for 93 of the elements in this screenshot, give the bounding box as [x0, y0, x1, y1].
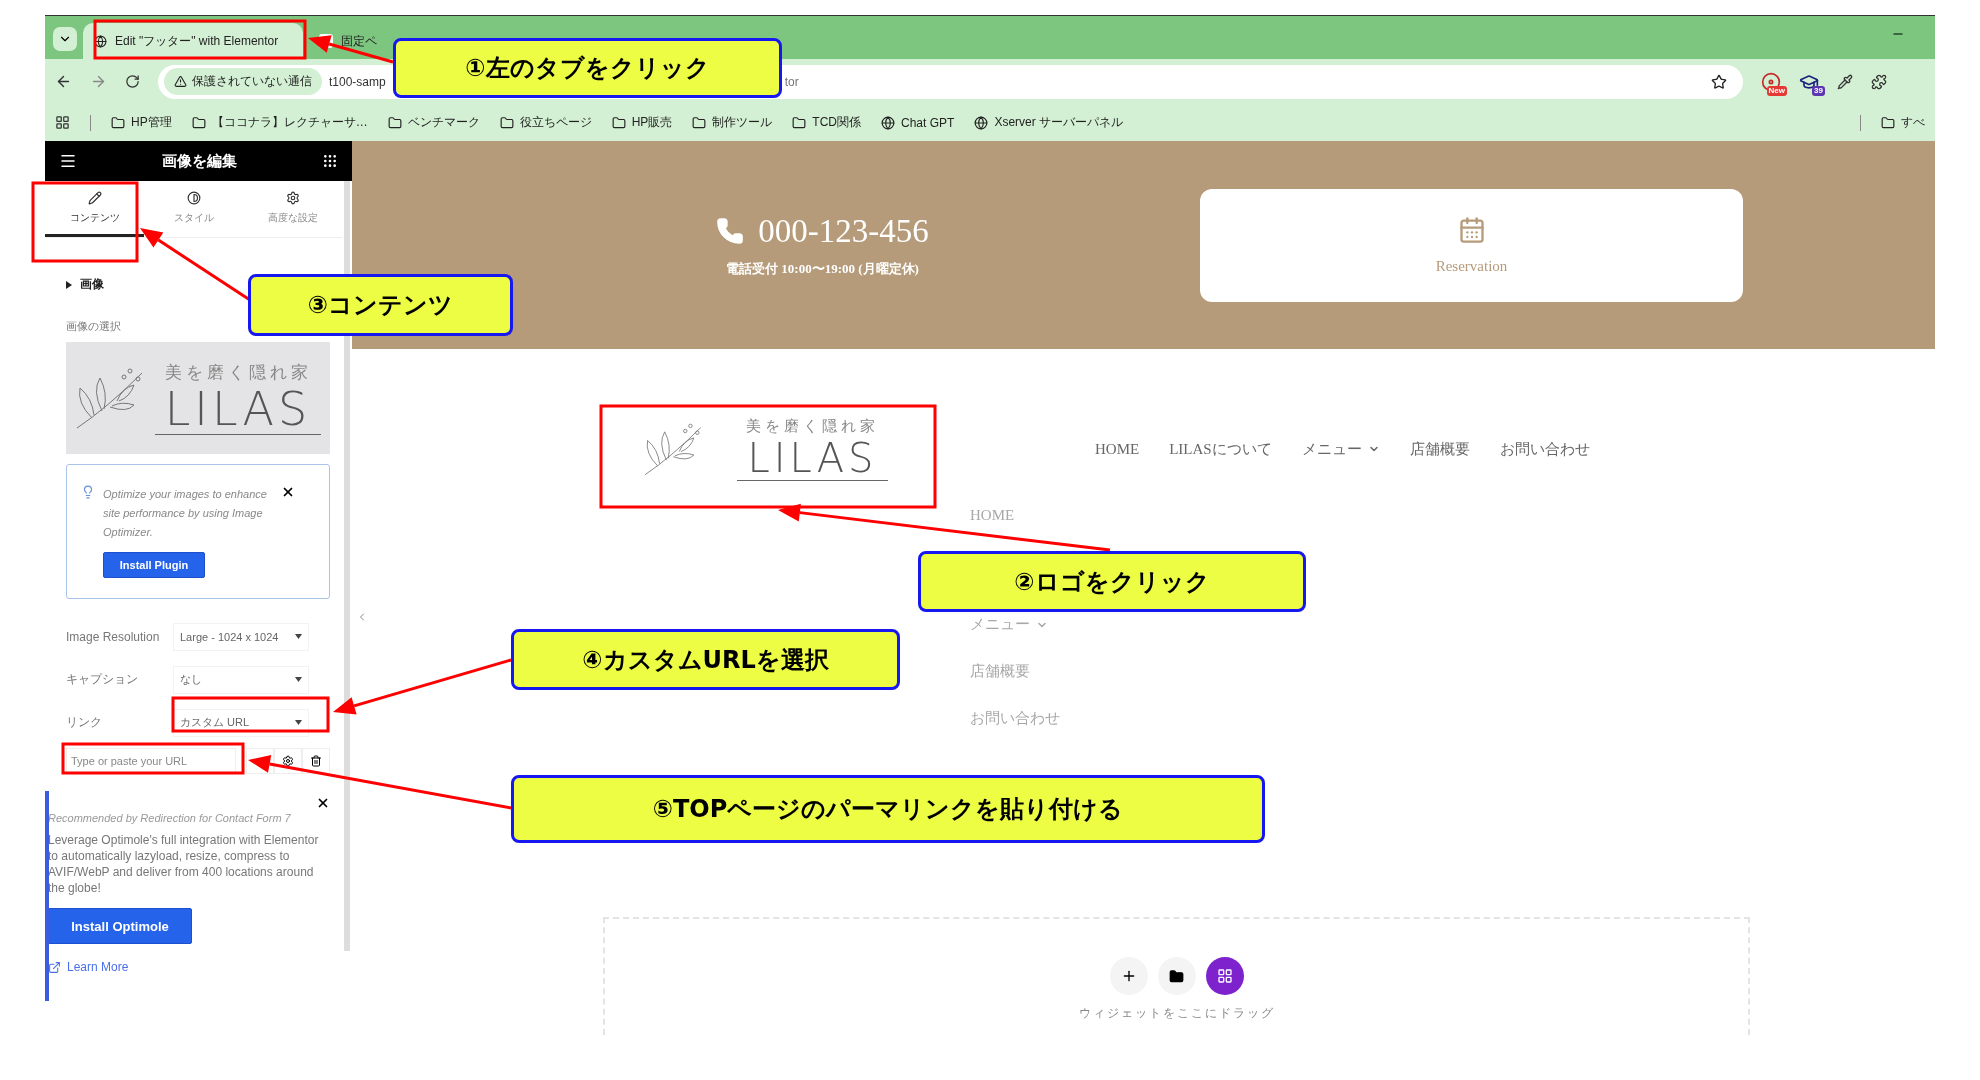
panel-title: 画像を編集: [162, 151, 237, 171]
bookmark[interactable]: TCD関係: [792, 114, 861, 131]
widgets-button[interactable]: [1205, 957, 1244, 996]
notice-text: Optimize your images to enhance site performance by using Image Optimizer.: [103, 487, 268, 540]
external-link-icon: [48, 960, 61, 974]
security-label: 保護されていない通信: [192, 73, 312, 90]
select-field[interactable]: なし: [173, 665, 309, 694]
grid-icon: [1216, 968, 1233, 985]
logo-name: LILAS: [737, 436, 888, 482]
callout-label: ①左のタブをクリック: [393, 38, 782, 98]
security-chip[interactable]: 保護されていない通信: [164, 68, 322, 95]
business-hours: 電話受付 10:00〜19:00 (月曜定休): [726, 259, 919, 278]
add-button[interactable]: [1109, 957, 1148, 996]
folder-icon: [611, 115, 626, 130]
eyedropper-icon[interactable]: [1837, 73, 1853, 90]
globe-icon: [881, 115, 895, 130]
install-plugin-button[interactable]: Install Plugin: [103, 552, 205, 578]
folder-icon: [792, 115, 807, 130]
logo-tagline: 美を磨く隠れ家: [164, 360, 312, 384]
caret-icon[interactable]: [295, 677, 302, 682]
phone-icon: [716, 217, 745, 246]
field-label: リンク: [66, 714, 103, 731]
close-icon[interactable]: [316, 796, 330, 810]
phone-number: 000-123-456: [758, 212, 929, 250]
url-text: tor: [784, 74, 799, 89]
folder-icon: [387, 115, 402, 130]
folder-icon: [191, 115, 206, 130]
bookmark[interactable]: すべ: [1881, 114, 1925, 131]
bookmark[interactable]: 役立ちページ: [499, 114, 592, 131]
folder-icon: [111, 115, 125, 130]
install-optimole-button[interactable]: Install Optimole: [48, 908, 192, 944]
logo-tagline: 美を磨く隠れ家: [746, 417, 879, 437]
callout-label: ②ロゴをクリック: [918, 551, 1306, 612]
bookmark-star-icon[interactable]: [1711, 73, 1727, 90]
puzzle-icon[interactable]: [1871, 73, 1887, 90]
pencil-icon: [87, 190, 102, 205]
folder-icon: [499, 115, 514, 130]
site-logo[interactable]: 美を磨く隠れ家 LILAS: [620, 399, 935, 500]
callout-label: ④カスタムURLを選択: [511, 629, 900, 690]
bookmark[interactable]: ベンチマーク: [387, 114, 480, 131]
trash-icon[interactable]: [302, 748, 330, 774]
callout-label: ⑤TOPページのパーマリンクを貼り付ける: [511, 775, 1265, 843]
browser-tab[interactable]: Edit "フッター" with Elementor: [83, 23, 303, 59]
reload-icon[interactable]: [125, 74, 140, 89]
callout-label: ③コンテンツ: [248, 274, 513, 336]
bookmark[interactable]: 制作ツール: [692, 114, 773, 131]
nav-link[interactable]: メニュー: [1301, 439, 1380, 459]
bookmark[interactable]: HP管理: [111, 114, 172, 131]
image-preview[interactable]: 美を磨く隠れ家 LILAS: [66, 342, 330, 454]
nav-link[interactable]: お問い合わせ: [1499, 439, 1590, 459]
url-text: t100-samp: [329, 74, 386, 89]
learn-more-link[interactable]: Learn More: [48, 960, 330, 974]
tab-list-button[interactable]: [53, 27, 77, 51]
calendar-icon: [1457, 215, 1486, 244]
section-title[interactable]: 画像: [80, 276, 104, 293]
nav-link[interactable]: LILASについて: [1169, 439, 1272, 459]
reservation-label: Reservation: [1435, 257, 1508, 275]
field-label: Image Resolution: [66, 629, 161, 644]
gear-icon: [285, 190, 300, 205]
bookmark[interactable]: 【ココナラ】レクチャーサ…: [191, 114, 368, 131]
extension-badge: 39: [1812, 85, 1825, 96]
warning-icon: [174, 75, 187, 88]
select-field[interactable]: Large - 1024 x 1024: [173, 622, 309, 651]
field-label: キャプション: [66, 671, 139, 688]
contrast-icon: [186, 190, 201, 205]
lightbulb-icon: [81, 485, 95, 499]
logo-name: LILAS: [154, 383, 322, 436]
settings-icon[interactable]: [274, 748, 302, 774]
caret-icon: [66, 280, 72, 289]
url-input[interactable]: Type or paste your URL: [66, 748, 236, 774]
folder-icon: [1169, 968, 1184, 984]
extension-badge: New: [1766, 85, 1787, 96]
bookmark[interactable]: Xserver サーバーパネル: [974, 114, 1124, 131]
back-icon[interactable]: [55, 73, 72, 90]
nav-link[interactable]: HOME: [1095, 439, 1140, 459]
field-label: 画像の選択: [66, 319, 122, 334]
caret-icon[interactable]: [295, 720, 302, 725]
menu-icon[interactable]: [59, 152, 77, 170]
bookmark[interactable]: HP販売: [611, 114, 673, 131]
promo-text: Leverage Optimole's full integration with Elementor to automatically lazyload, resize, compress to AVIF/WebP and deliver from 400 locations around the globe!: [48, 832, 320, 896]
apps-grid-icon[interactable]: [55, 115, 70, 130]
folder-icon: [692, 115, 707, 130]
promo-source: Recommended by Redirection for Contact Form 7: [48, 812, 292, 824]
select-field[interactable]: カスタム URL: [173, 708, 309, 737]
nav-link[interactable]: 店舗概要: [1409, 439, 1470, 459]
drop-hint: ウィジェットをここにドラッグ: [1078, 1005, 1275, 1023]
bookmark[interactable]: Chat GPT: [881, 115, 955, 130]
folder-button[interactable]: [1157, 957, 1196, 996]
folder-icon: [1881, 115, 1895, 130]
grid-icon[interactable]: [322, 153, 338, 169]
caret-icon[interactable]: [295, 634, 302, 639]
globe-icon: [974, 115, 989, 130]
forward-icon[interactable]: [90, 73, 107, 90]
